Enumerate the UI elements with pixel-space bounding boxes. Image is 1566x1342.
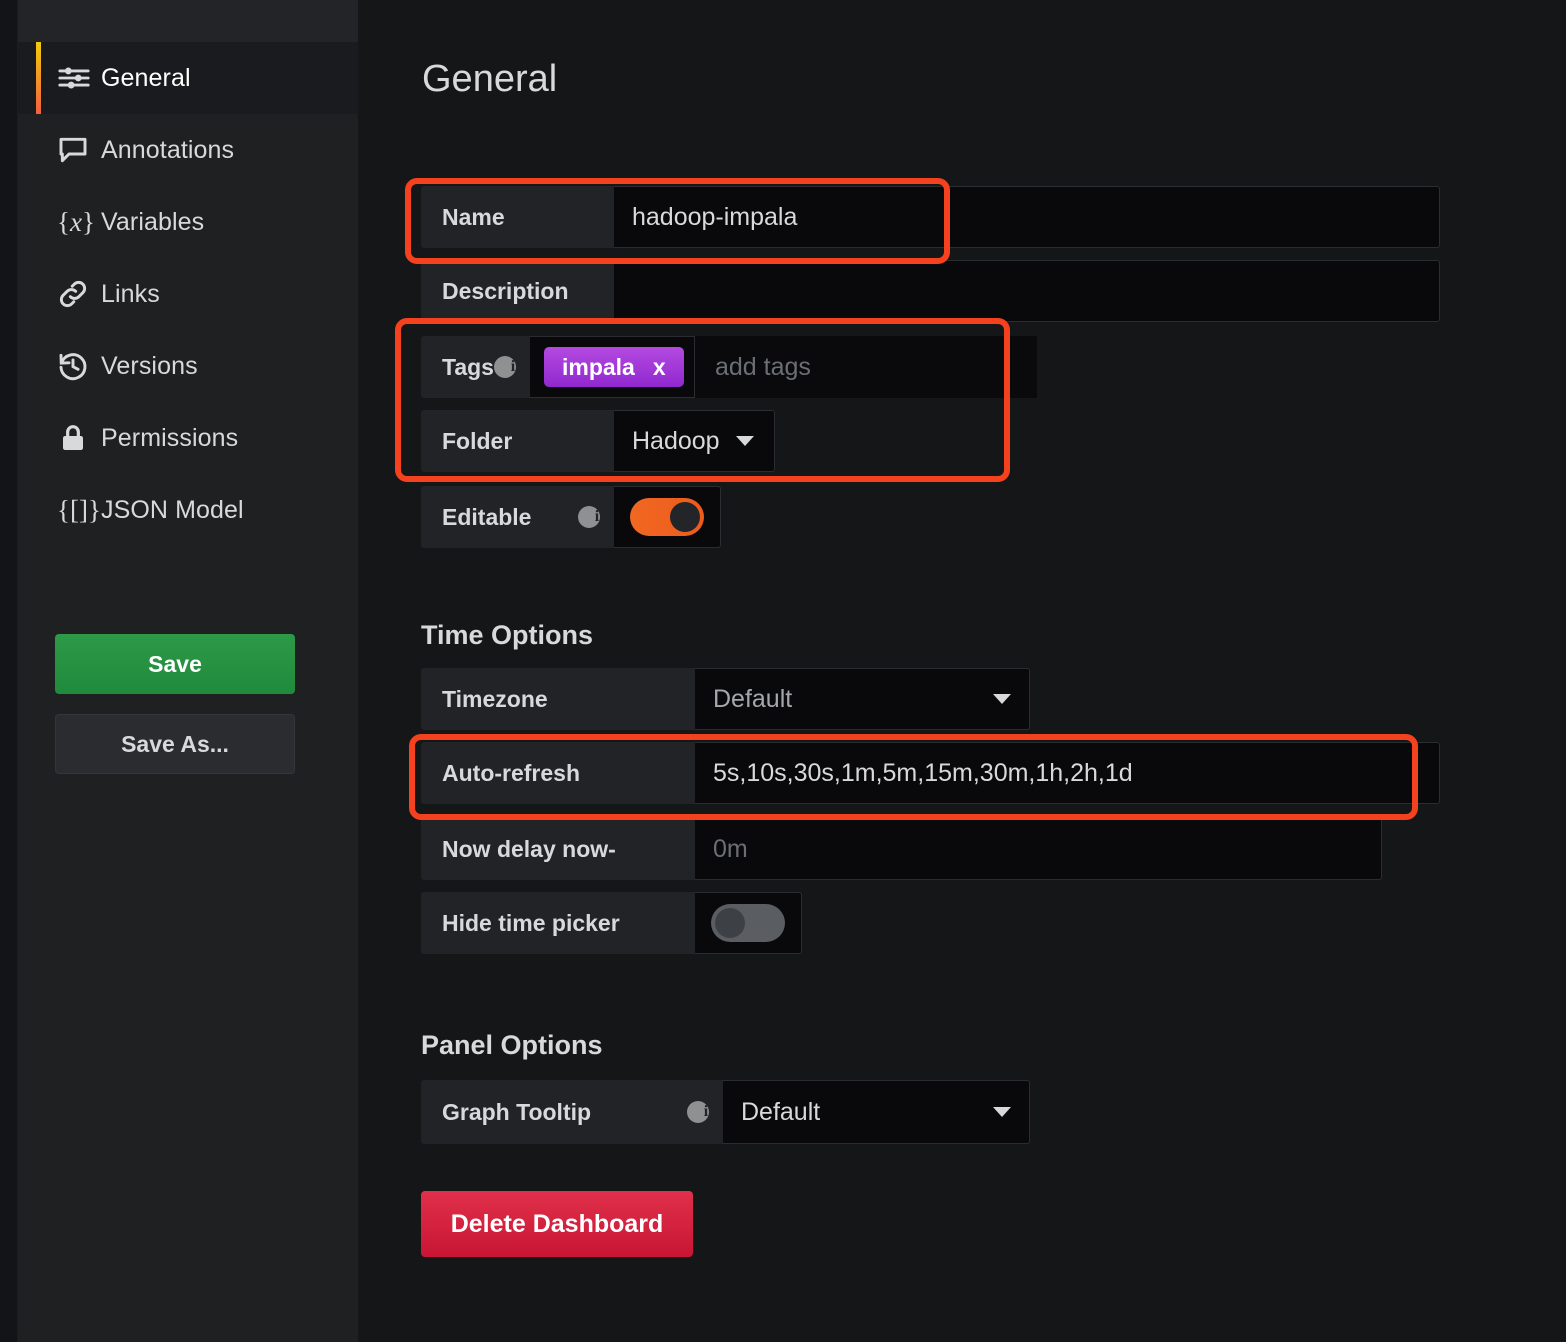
tag-chip-impala[interactable]: impala x: [543, 347, 684, 387]
sidebar-item-label: JSON Model: [101, 495, 244, 524]
toggle-switch-off: [711, 904, 785, 942]
sidebar-item-label: Permissions: [101, 423, 239, 452]
sliders-icon: [57, 61, 101, 95]
toggle-switch-on: [630, 498, 704, 536]
sidebar-item-versions[interactable]: Versions: [18, 330, 358, 402]
sidebar-item-annotations[interactable]: Annotations: [18, 114, 358, 186]
editable-toggle[interactable]: [614, 486, 721, 548]
timezone-select[interactable]: Default: [695, 668, 1030, 730]
dashboard-settings-page: General Annotations {x} Variables Links …: [0, 0, 1566, 1342]
add-tags-input[interactable]: [694, 336, 1037, 398]
sidebar-item-label: Variables: [101, 207, 205, 236]
editable-label: Editable: [442, 503, 532, 530]
graph-tooltip-label: Graph Tooltip: [442, 1098, 592, 1125]
sidebar-item-label: Versions: [101, 351, 198, 380]
description-input[interactable]: [614, 260, 1440, 322]
history-icon: [57, 350, 101, 382]
name-input[interactable]: hadoop-impala: [614, 186, 1440, 248]
settings-content: General Name hadoop-impala Description T…: [358, 0, 1566, 1342]
time-options-heading: Time Options: [421, 620, 594, 650]
description-row: Description: [421, 260, 1440, 322]
json-braces-icon: {[]}: [57, 494, 101, 525]
panel-options-heading: Panel Options: [421, 1030, 603, 1060]
settings-sidebar: General Annotations {x} Variables Links …: [18, 0, 358, 1342]
link-icon: [57, 278, 101, 310]
left-edge-rail: [0, 0, 18, 1342]
tag-remove-icon[interactable]: x: [653, 354, 666, 381]
save-as-button[interactable]: Save As...: [55, 714, 295, 774]
delete-dashboard-button[interactable]: Delete Dashboard: [421, 1191, 693, 1257]
chevron-down-icon: [993, 694, 1011, 704]
page-title: General: [422, 58, 558, 100]
chevron-down-icon: [735, 436, 754, 446]
auto-refresh-row: Auto-refresh 5s,10s,30s,1m,5m,15m,30m,1h…: [421, 742, 1440, 804]
variable-braces-icon: {x}: [57, 206, 95, 237]
hide-time-picker-row: Hide time picker: [421, 892, 802, 954]
now-delay-label: Now delay now-: [421, 818, 695, 880]
auto-refresh-label: Auto-refresh: [421, 742, 695, 804]
tag-chip-label: impala: [561, 353, 635, 380]
auto-refresh-input[interactable]: 5s,10s,30s,1m,5m,15m,30m,1h,2h,1d: [695, 742, 1440, 804]
description-label: Description: [421, 260, 614, 322]
save-button[interactable]: Save: [55, 634, 295, 694]
sidebar-item-variables[interactable]: {x} Variables: [18, 186, 358, 258]
chevron-down-icon: [993, 1107, 1011, 1117]
tags-row: Tags i impala x: [421, 336, 1037, 398]
info-icon[interactable]: i: [493, 356, 516, 378]
folder-select[interactable]: Hadoop: [614, 410, 775, 472]
timezone-label: Timezone: [421, 668, 695, 730]
tag-list: impala x: [529, 336, 695, 398]
sidebar-item-links[interactable]: Links: [18, 258, 358, 330]
folder-select-value: Hadoop: [632, 426, 720, 455]
hide-time-picker-label: Hide time picker: [421, 892, 695, 954]
editable-row: Editable i: [421, 486, 721, 548]
folder-row: Folder Hadoop: [421, 410, 775, 472]
tags-label: Tags: [442, 353, 494, 380]
sidebar-top-strip: [18, 0, 358, 42]
info-icon[interactable]: i: [687, 1101, 709, 1123]
folder-label: Folder: [421, 410, 614, 472]
sidebar-item-label: Links: [101, 279, 160, 308]
editable-label-cell: Editable i: [421, 486, 614, 548]
sidebar-item-general[interactable]: General: [18, 42, 358, 114]
info-icon[interactable]: i: [578, 506, 600, 528]
now-delay-row: Now delay now- 0m: [421, 818, 1382, 880]
sidebar-item-permissions[interactable]: Permissions: [18, 402, 358, 474]
graph-tooltip-select[interactable]: Default: [723, 1080, 1030, 1144]
sidebar-item-label: Annotations: [101, 135, 235, 164]
hide-time-picker-toggle[interactable]: [695, 892, 802, 954]
lock-icon: [57, 422, 101, 454]
graph-tooltip-select-value: Default: [741, 1097, 821, 1126]
settings-nav-list: General Annotations {x} Variables Links …: [18, 42, 358, 546]
graph-tooltip-label-cell: Graph Tooltip i: [421, 1080, 723, 1144]
timezone-row: Timezone Default: [421, 668, 1030, 730]
sidebar-actions: Save Save As...: [55, 634, 295, 774]
comment-icon: [57, 134, 101, 166]
now-delay-input[interactable]: 0m: [695, 818, 1382, 880]
name-label: Name: [421, 186, 614, 248]
tags-label-cell: Tags i: [421, 336, 530, 398]
name-row: Name hadoop-impala: [421, 186, 1440, 248]
sidebar-item-label: General: [101, 63, 191, 92]
graph-tooltip-row: Graph Tooltip i Default: [421, 1080, 1030, 1144]
sidebar-item-json-model[interactable]: {[]} JSON Model: [18, 474, 358, 546]
timezone-select-value: Default: [713, 684, 793, 713]
